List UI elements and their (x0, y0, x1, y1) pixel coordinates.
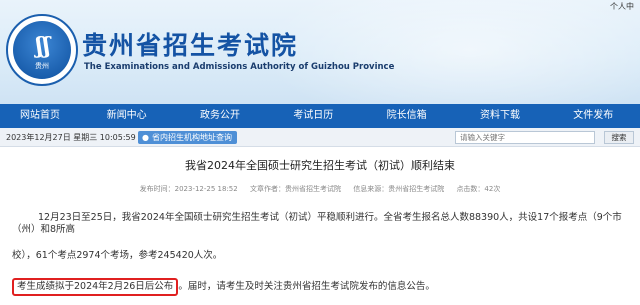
search-button[interactable]: 搜索 (604, 131, 634, 144)
site-header: 个人中 ʃʃ 贵州 贵州省招生考试院 The Examinations and … (0, 0, 640, 104)
location-pin-icon: ● (142, 133, 149, 142)
org-address-search-button[interactable]: ● 省内招生机构地址查询 (138, 131, 237, 144)
site-title: 贵州省招生考试院 (82, 31, 299, 60)
logo-text: 贵州 (35, 62, 49, 70)
article-title: 我省2024年全国硕士研究生招生考试（初试）顺利结束 (185, 159, 455, 172)
score-release-paragraph: 考生成绩拟于2024年2月26日后公布 。届时，请考生及时关注贵州省招生考试院发布… (12, 278, 435, 296)
info-source: 信息来源：贵州省招生考试院 (353, 185, 445, 193)
paragraph-line: 12月23日至25日，我省2024年全国硕士研究生招生考试（初试）平稳顺利进行。… (12, 212, 622, 235)
personal-center-link[interactable]: 个人中 (610, 1, 634, 12)
logo-mark-icon: ʃʃ (35, 33, 51, 59)
publish-time: 发布时间：2023-12-25 18:52 (139, 185, 238, 193)
site-logo[interactable]: ʃʃ 贵州 (6, 14, 78, 86)
view-count: 点击数：42次 (456, 185, 501, 193)
nav-news-center[interactable]: 新闻中心 (80, 104, 173, 128)
site-subtitle: The Examinations and Admissions Authorit… (84, 62, 395, 72)
paragraph-line: 校），61个考点2974个考场，参考245420人次。 (12, 250, 223, 261)
article-author: 文章作者：贵州省招生考试院 (249, 185, 341, 193)
article-meta: 发布时间：2023-12-25 18:52 文章作者：贵州省招生考试院 信息来源… (0, 184, 640, 194)
nav-downloads[interactable]: 资料下载 (453, 104, 546, 128)
score-release-highlight: 考生成绩拟于2024年2月26日后公布 (12, 278, 179, 296)
search-input[interactable] (455, 131, 595, 144)
current-date: 2023年12月27日 星期三 10:05:59 (6, 133, 136, 142)
nav-exam-calendar[interactable]: 考试日历 (267, 104, 360, 128)
org-address-search-label: 省内招生机构地址查询 (151, 133, 232, 142)
main-nav: 网站首页 新闻中心 政务公开 考试日历 院长信箱 资料下载 文件发布 (0, 104, 640, 128)
info-bar: 2023年12月27日 星期三 10:05:59 ●省内招生机构地址查询 搜索 (0, 128, 640, 147)
header-decoration (260, 0, 640, 104)
nav-home[interactable]: 网站首页 (0, 104, 80, 128)
article-paragraph: 12月23日至25日，我省2024年全国硕士研究生招生考试（初试）平稳顺利进行。… (12, 212, 632, 262)
logo-emblem: ʃʃ 贵州 (13, 21, 71, 79)
nav-government-affairs[interactable]: 政务公开 (173, 104, 266, 128)
nav-document-release[interactable]: 文件发布 (547, 104, 640, 128)
paragraph-text: 。届时，请考生及时关注贵州省招生考试院发布的信息公告。 (178, 281, 435, 292)
nav-president-mailbox[interactable]: 院长信箱 (360, 104, 453, 128)
